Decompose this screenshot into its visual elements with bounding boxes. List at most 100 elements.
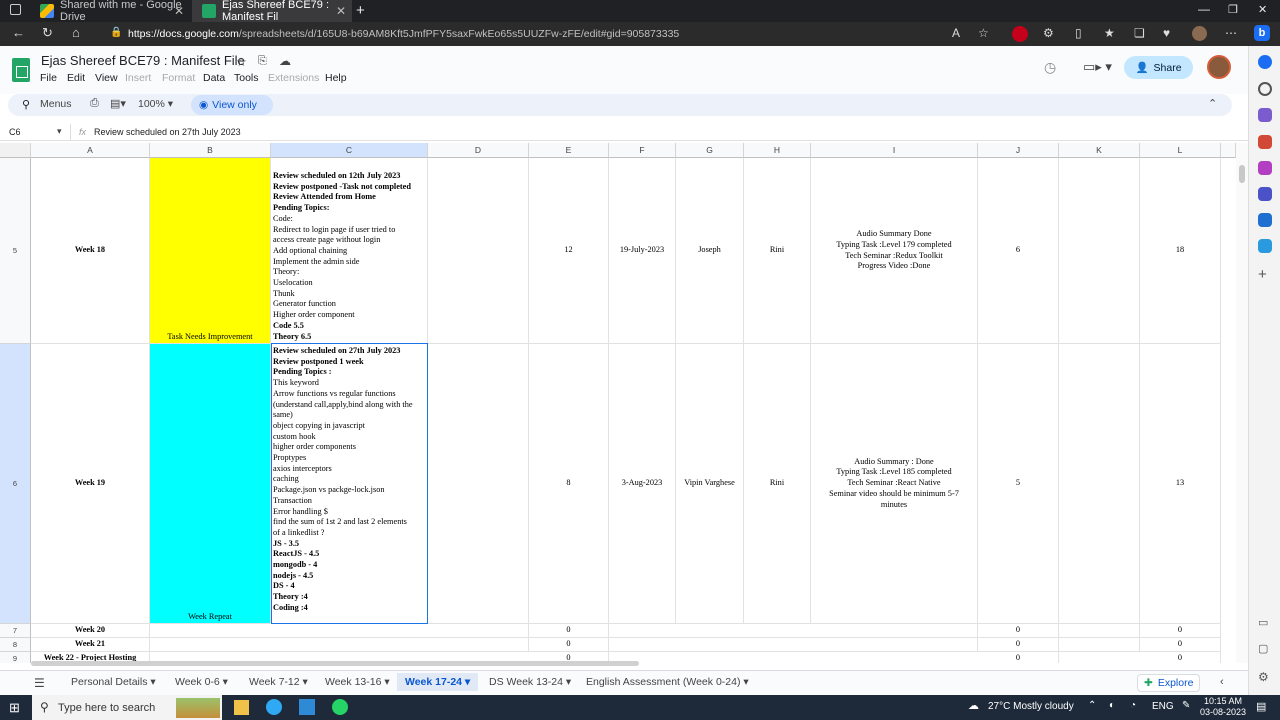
print-icon[interactable]: ⎙ bbox=[90, 97, 99, 110]
send-icon[interactable] bbox=[1258, 239, 1272, 253]
cell-a6[interactable]: Week 19 bbox=[31, 344, 150, 624]
sheet-tab-week-13-16[interactable]: Week 13-16 ▾ bbox=[325, 676, 390, 688]
minimize-icon[interactable]: — bbox=[1198, 2, 1210, 16]
add-icon[interactable]: + bbox=[1258, 266, 1267, 283]
cell-h5[interactable]: Rini bbox=[744, 158, 811, 344]
profile-avatar[interactable] bbox=[1192, 26, 1207, 41]
cell-l5[interactable]: 18 bbox=[1140, 158, 1221, 344]
column-header-k[interactable]: K bbox=[1059, 143, 1140, 158]
cell-e5[interactable]: 12 bbox=[529, 158, 609, 344]
performance-icon[interactable]: ♥ bbox=[1163, 26, 1170, 40]
document-title[interactable]: Ejas Shereef BCE79 : Manifest File bbox=[41, 53, 245, 68]
menu-extensions[interactable]: Extensions bbox=[268, 72, 319, 84]
cell-d6[interactable] bbox=[428, 344, 529, 624]
edge-icon[interactable] bbox=[266, 699, 282, 715]
cell-e8[interactable]: 0 bbox=[529, 638, 609, 652]
cell-b7-d7[interactable] bbox=[150, 624, 529, 638]
cell-i5[interactable]: Audio Summary Done Typing Task :Level 179… bbox=[811, 158, 978, 344]
search-icon[interactable] bbox=[1258, 82, 1272, 96]
sheets-logo-icon[interactable] bbox=[12, 58, 30, 82]
extensions-icon[interactable]: ⚙ bbox=[1043, 26, 1054, 40]
read-aloud-icon[interactable]: A bbox=[952, 26, 960, 40]
whatsapp-icon[interactable] bbox=[332, 699, 348, 715]
paint-format-icon[interactable]: ▤▾ bbox=[110, 97, 126, 110]
cell-i6[interactable]: Audio Summary : Done Typing Task :Level 1… bbox=[811, 344, 978, 624]
name-box[interactable]: C6 bbox=[9, 127, 21, 137]
account-avatar[interactable] bbox=[1207, 55, 1231, 79]
cell-j7[interactable]: 0 bbox=[978, 624, 1059, 638]
sheet-tab-ds-week-13-24[interactable]: DS Week 13-24 ▾ bbox=[489, 676, 571, 688]
sheet-tab-week-0-6[interactable]: Week 0-6 ▾ bbox=[175, 676, 228, 688]
notification-icon[interactable] bbox=[1258, 55, 1272, 69]
menus-search[interactable]: Menus bbox=[40, 98, 72, 110]
chevron-left-icon[interactable]: ‹ bbox=[1220, 676, 1224, 688]
collapse-icon[interactable]: ⌃ bbox=[1208, 97, 1217, 110]
cell-j9[interactable]: 0 bbox=[978, 652, 1059, 663]
cell-j5[interactable]: 6 bbox=[978, 158, 1059, 344]
clock[interactable]: 10:15 AM 03-08-2023 bbox=[1200, 696, 1246, 718]
menu-insert[interactable]: Insert bbox=[125, 72, 151, 84]
file-explorer-icon[interactable] bbox=[234, 700, 249, 715]
cell-g5[interactable]: Joseph bbox=[676, 158, 744, 344]
cell-l9[interactable]: 0 bbox=[1140, 652, 1221, 663]
notification-center-icon[interactable]: ▤ bbox=[1256, 700, 1266, 713]
favorite-icon[interactable]: ☆ bbox=[978, 26, 989, 40]
weather-text[interactable]: 27°C Mostly cloudy bbox=[988, 701, 1074, 712]
column-header-e[interactable]: E bbox=[529, 143, 609, 158]
scroll-thumb[interactable] bbox=[1239, 165, 1245, 183]
wifi-icon[interactable]: ◔ bbox=[1130, 700, 1136, 711]
settings-icon[interactable]: ⚙ bbox=[1258, 670, 1269, 684]
cell-l7[interactable]: 0 bbox=[1140, 624, 1221, 638]
cell-a8[interactable]: Week 21 bbox=[31, 638, 150, 652]
new-tab-icon[interactable]: + bbox=[356, 2, 365, 19]
horizontal-scrollbar[interactable] bbox=[31, 661, 639, 666]
cell-a7[interactable]: Week 20 bbox=[31, 624, 150, 638]
star-icon[interactable]: ☆ bbox=[236, 55, 247, 69]
outlook-icon[interactable] bbox=[1258, 213, 1272, 227]
cell-a5[interactable]: Week 18 bbox=[31, 158, 150, 344]
cell-k6[interactable] bbox=[1059, 344, 1140, 624]
formula-content[interactable]: Review scheduled on 27th July 2023 bbox=[94, 127, 241, 137]
cloud-status-icon[interactable]: ☁ bbox=[279, 54, 291, 68]
cell-f6[interactable]: 3-Aug-2023 bbox=[609, 344, 676, 624]
cell-h6[interactable]: Rini bbox=[744, 344, 811, 624]
cell-b6[interactable]: Week Repeat bbox=[150, 344, 271, 624]
column-header-i[interactable]: I bbox=[811, 143, 978, 158]
favorites-icon[interactable]: ★ bbox=[1104, 26, 1115, 40]
row-header-5[interactable]: 5 bbox=[0, 158, 31, 344]
chevron-down-icon[interactable]: ▾ bbox=[57, 126, 62, 137]
sidebar-toggle-icon[interactable]: ▭ bbox=[1258, 616, 1268, 629]
view-only-button[interactable]: ◉ View only bbox=[191, 95, 273, 115]
column-header-a[interactable]: A bbox=[31, 143, 150, 158]
window-menu-icon[interactable] bbox=[10, 4, 21, 15]
home-icon[interactable]: ⌂ bbox=[72, 25, 80, 40]
menu-file[interactable]: File bbox=[40, 72, 57, 84]
tools-icon[interactable] bbox=[1258, 135, 1272, 149]
close-icon[interactable]: ✕ bbox=[174, 4, 184, 18]
reload-icon[interactable]: ↻ bbox=[42, 25, 53, 41]
cell-b5[interactable]: Task Needs Improvement bbox=[150, 158, 271, 344]
tray-chevron-icon[interactable]: ⌃ bbox=[1088, 700, 1096, 711]
column-header-c[interactable]: C bbox=[271, 143, 428, 158]
column-header-b[interactable]: B bbox=[150, 143, 271, 158]
cell-k7[interactable] bbox=[1059, 624, 1140, 638]
back-icon[interactable]: ← bbox=[12, 25, 25, 40]
collections-icon[interactable]: ❏ bbox=[1134, 26, 1145, 40]
menu-edit[interactable]: Edit bbox=[67, 72, 85, 84]
cell-b8-d8[interactable] bbox=[150, 638, 529, 652]
pen-icon[interactable]: ✎ bbox=[1182, 700, 1190, 711]
row-header-8[interactable]: 8 bbox=[0, 638, 31, 652]
zoom-select[interactable]: 100% ▾ bbox=[138, 98, 173, 110]
sheet-tab-personal-details[interactable]: Personal Details ▾ bbox=[71, 676, 156, 688]
select-all-corner[interactable] bbox=[0, 143, 31, 158]
column-header-h[interactable]: H bbox=[744, 143, 811, 158]
column-header-g[interactable]: G bbox=[676, 143, 744, 158]
language-indicator[interactable]: ENG bbox=[1152, 701, 1174, 712]
menu-view[interactable]: View bbox=[95, 72, 118, 84]
menu-tools[interactable]: Tools bbox=[234, 72, 259, 84]
tab-manifest[interactable]: Ejas Shereef BCE79 : Manifest Fil ✕ bbox=[192, 0, 352, 23]
cell-c5[interactable]: Review scheduled on 12th July 2023 Review… bbox=[271, 158, 428, 344]
sheet-tab-week-7-12[interactable]: Week 7-12 ▾ bbox=[249, 676, 308, 688]
url-field[interactable]: 🔒 https://docs.google.com/spreadsheets/d… bbox=[104, 25, 992, 43]
m365-icon[interactable] bbox=[1258, 187, 1272, 201]
